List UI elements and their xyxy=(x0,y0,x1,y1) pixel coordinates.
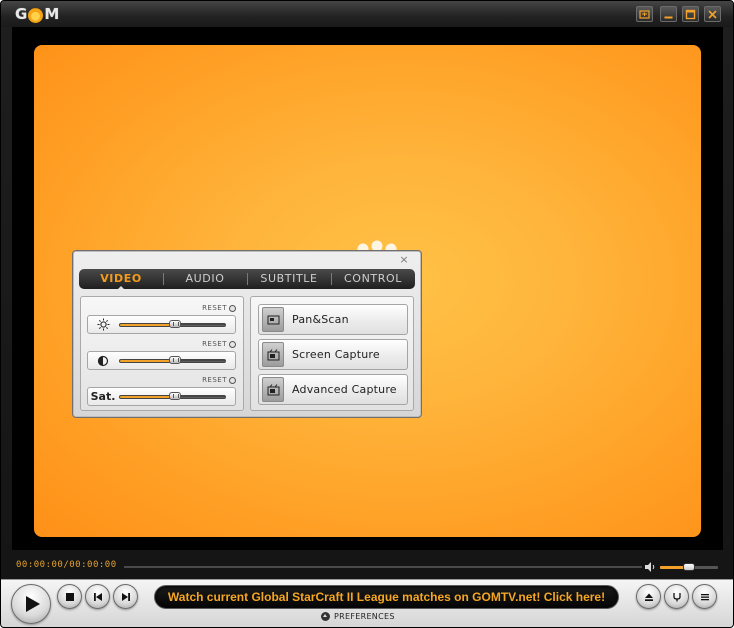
preferences-label: PREFERENCES xyxy=(334,612,395,621)
contrast-icon xyxy=(92,352,114,369)
restore-down-icon[interactable] xyxy=(636,6,653,22)
play-button[interactable] xyxy=(11,584,51,624)
gom-logo[interactable]: GM xyxy=(15,5,59,23)
stop-button[interactable] xyxy=(57,584,82,609)
saturation-slider[interactable]: Sat. xyxy=(87,387,236,406)
pan-scan-label: Pan&Scan xyxy=(292,313,349,326)
advanced-capture-label: Advanced Capture xyxy=(292,383,397,396)
brightness-slider[interactable] xyxy=(87,315,236,334)
screen-capture-label: Screen Capture xyxy=(292,348,380,361)
contrast-track[interactable] xyxy=(119,356,226,364)
playlist-button[interactable] xyxy=(692,584,717,609)
logo-letter-g: G xyxy=(15,5,28,23)
control-panel: × VIDEO AUDIO SUBTITLE CONTROL RESET RES… xyxy=(72,250,422,418)
seek-row: 00:00:00/00:00:00 xyxy=(12,558,723,576)
reset-label: RESET xyxy=(202,304,227,312)
capture-actions: Pan&Scan Screen Capture Advanced Capture xyxy=(250,296,414,411)
saturation-knob[interactable] xyxy=(169,392,181,400)
play-icon xyxy=(25,596,40,612)
playback-controls: Watch current Global StarCraft II League… xyxy=(1,579,733,627)
screen-capture-button[interactable]: Screen Capture xyxy=(258,339,408,370)
previous-icon xyxy=(93,592,102,601)
seek-bar[interactable] xyxy=(124,566,642,568)
time-display: 00:00:00/00:00:00 xyxy=(16,560,117,570)
tab-audio[interactable]: AUDIO xyxy=(163,269,247,289)
close-icon[interactable] xyxy=(704,6,721,22)
gom-player-window: GM × VIDEO AUDIO SUBTITLE CONTROL RESET … xyxy=(0,0,734,628)
speaker-icon[interactable] xyxy=(644,561,656,573)
eject-icon xyxy=(644,593,653,601)
pan-scan-icon xyxy=(262,307,284,332)
saturation-fill xyxy=(120,396,175,398)
video-adjustments: RESET RESET RESET Sat. xyxy=(80,296,244,411)
open-file-button[interactable] xyxy=(636,584,661,609)
pan-scan-button[interactable]: Pan&Scan xyxy=(258,304,408,335)
playlist-icon xyxy=(700,593,709,600)
camera-icon xyxy=(262,377,284,402)
reset-brightness-button[interactable]: RESET xyxy=(202,304,236,312)
volume-slider[interactable] xyxy=(660,563,718,571)
sun-icon xyxy=(92,316,114,333)
contrast-slider[interactable] xyxy=(87,351,236,370)
maximize-icon[interactable] xyxy=(682,6,699,22)
stop-icon xyxy=(65,592,74,601)
brightness-track[interactable] xyxy=(119,320,226,328)
equalizer-icon xyxy=(672,592,681,601)
next-icon xyxy=(121,592,130,601)
next-button[interactable] xyxy=(113,584,138,609)
tab-control[interactable]: CONTROL xyxy=(331,269,415,289)
reset-contrast-button[interactable]: RESET xyxy=(202,340,236,348)
tab-subtitle[interactable]: SUBTITLE xyxy=(247,269,331,289)
control-panel-tabs: VIDEO AUDIO SUBTITLE CONTROL xyxy=(79,269,415,289)
reset-label: RESET xyxy=(202,376,227,384)
tools-button[interactable] xyxy=(664,584,689,609)
contrast-fill xyxy=(120,360,175,362)
brightness-fill xyxy=(120,324,175,326)
reset-saturation-button[interactable]: RESET xyxy=(202,376,236,384)
volume-knob[interactable] xyxy=(683,563,695,571)
reset-dot-icon xyxy=(229,304,236,312)
preferences-arrow-icon xyxy=(321,612,330,621)
advanced-capture-button[interactable]: Advanced Capture xyxy=(258,374,408,405)
preferences-button[interactable]: PREFERENCES xyxy=(321,612,395,621)
tab-video[interactable]: VIDEO xyxy=(79,269,163,289)
promo-ticker-text[interactable]: Watch current Global StarCraft II League… xyxy=(155,586,618,610)
camera-icon xyxy=(262,342,284,367)
title-bar[interactable]: GM xyxy=(1,1,733,27)
brightness-knob[interactable] xyxy=(169,320,181,328)
previous-button[interactable] xyxy=(85,584,110,609)
saturation-track[interactable] xyxy=(119,392,226,400)
reset-label: RESET xyxy=(202,340,227,348)
reset-dot-icon xyxy=(229,340,236,348)
logo-letter-m: M xyxy=(44,5,60,23)
contrast-knob[interactable] xyxy=(169,356,181,364)
minimize-icon[interactable] xyxy=(660,6,677,22)
panel-close-icon[interactable]: × xyxy=(398,254,410,266)
saturation-label: Sat. xyxy=(90,390,116,403)
logo-o-icon xyxy=(28,7,44,23)
promo-ticker[interactable]: Watch current Global StarCraft II League… xyxy=(154,585,619,609)
reset-dot-icon xyxy=(229,376,236,384)
